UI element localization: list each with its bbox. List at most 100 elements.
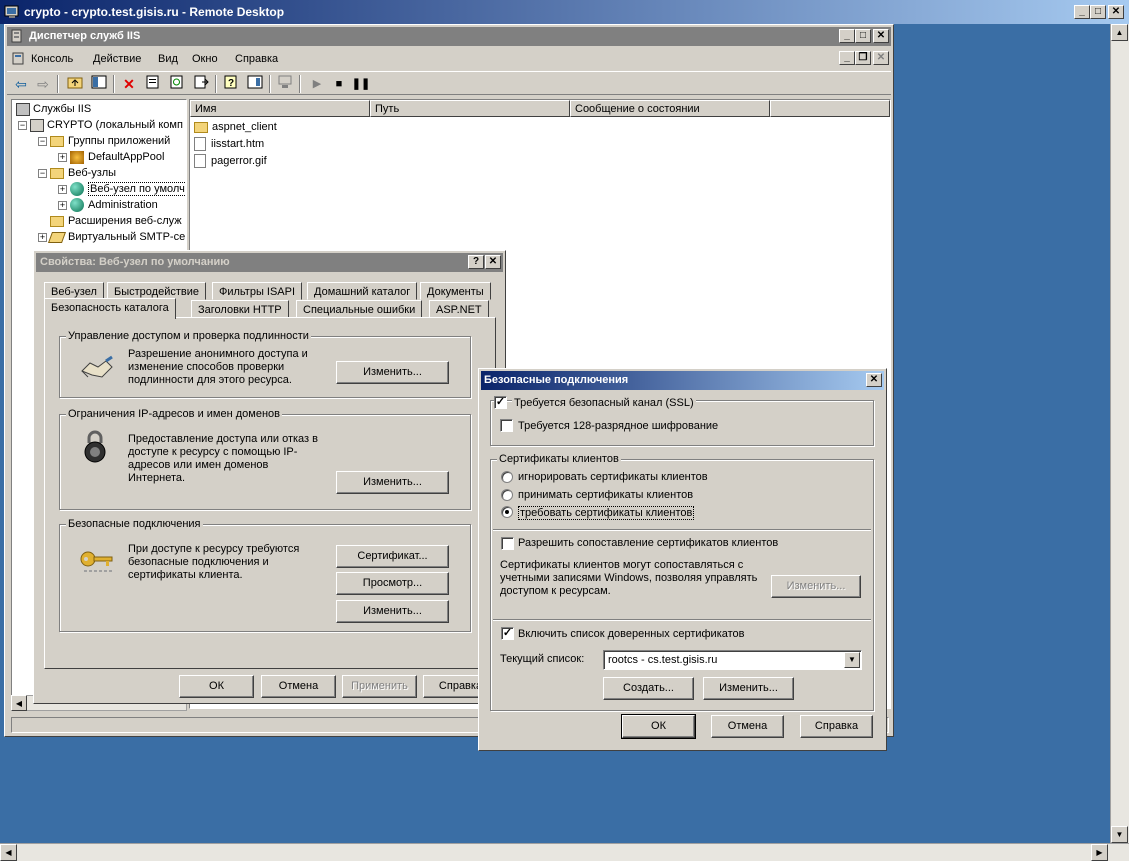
- mdi-close-icon[interactable]: ✕: [873, 51, 889, 65]
- tree-item-smtp[interactable]: + Виртуальный SMTP-се: [38, 230, 185, 245]
- console-tree-icon[interactable]: [245, 74, 265, 94]
- minimize-icon[interactable]: _: [839, 29, 855, 43]
- show-hide-tree-icon[interactable]: [89, 74, 109, 94]
- tree-item-websites[interactable]: − Веб-узлы: [38, 166, 116, 181]
- close-icon[interactable]: ✕: [873, 29, 889, 43]
- iis-title-text: Диспетчер служб IIS: [29, 30, 141, 42]
- trust-list-checkbox[interactable]: ✓: [501, 627, 514, 640]
- list-item[interactable]: iisstart.htm: [194, 136, 264, 152]
- collapse-icon[interactable]: −: [38, 136, 47, 146]
- scroll-down-icon[interactable]: ▼: [1111, 826, 1128, 843]
- expand-icon[interactable]: +: [38, 232, 47, 242]
- scroll-left-icon[interactable]: ◀: [11, 695, 27, 711]
- mdi-restore-icon[interactable]: ❐: [855, 51, 871, 65]
- current-list-value: rootcs - cs.test.gisis.ru: [608, 654, 718, 666]
- accept-certs-radio[interactable]: [501, 489, 513, 501]
- close-icon[interactable]: ✕: [1108, 5, 1124, 19]
- tree-item-default-app-pool[interactable]: + DefaultAppPool: [58, 150, 164, 165]
- tree-item-default-site[interactable]: + Веб-узел по умолч: [58, 182, 186, 197]
- expand-icon[interactable]: +: [58, 152, 67, 162]
- tab-aspnet[interactable]: ASP.NET: [429, 300, 489, 318]
- stop-icon[interactable]: ■: [329, 74, 349, 94]
- auth-edit-button[interactable]: Изменить...: [336, 361, 449, 384]
- create-ctl-button[interactable]: Создать...: [603, 677, 694, 700]
- list-item[interactable]: pagerror.gif: [194, 153, 267, 169]
- menu-window[interactable]: Окно: [192, 53, 218, 65]
- tree-item-extensions[interactable]: Расширения веб-служ: [50, 214, 182, 229]
- refresh-icon[interactable]: [167, 74, 187, 94]
- back-icon[interactable]: ⇦: [11, 74, 31, 94]
- properties-title-text: Свойства: Веб-узел по умолчанию: [40, 256, 230, 268]
- maximize-icon[interactable]: □: [855, 29, 871, 43]
- rdp-horizontal-scrollbar[interactable]: ◀ ▶: [0, 843, 1129, 861]
- scroll-up-icon[interactable]: ▲: [1111, 24, 1128, 41]
- collapse-icon[interactable]: −: [18, 120, 27, 130]
- help-question-icon[interactable]: ?: [468, 255, 484, 269]
- rdp-title-text: crypto - crypto.test.gisis.ru - Remote D…: [24, 5, 285, 19]
- cert-mapping-checkbox[interactable]: [501, 537, 514, 550]
- lock-icon: [82, 429, 108, 466]
- close-icon[interactable]: ✕: [485, 255, 501, 269]
- pause-icon[interactable]: ❚❚: [351, 74, 371, 94]
- tab-http-headers[interactable]: Заголовки HTTP: [191, 300, 289, 318]
- menu-console[interactable]: Консоль: [31, 53, 73, 65]
- maximize-icon[interactable]: □: [1090, 5, 1106, 19]
- close-icon[interactable]: ✕: [866, 373, 882, 387]
- tree-item-administration[interactable]: + Administration: [58, 198, 158, 213]
- export-list-icon[interactable]: [191, 74, 211, 94]
- secure-edit-button[interactable]: Изменить...: [336, 600, 449, 623]
- menu-view[interactable]: Вид: [158, 53, 178, 65]
- tree-item-iis[interactable]: Службы IIS: [16, 102, 91, 117]
- properties-icon[interactable]: [143, 74, 163, 94]
- apply-button[interactable]: Применить: [342, 675, 417, 698]
- ip-edit-button[interactable]: Изменить...: [336, 471, 449, 494]
- delete-icon[interactable]: ✕: [119, 74, 139, 94]
- tab-custom-errors[interactable]: Специальные ошибки: [296, 300, 423, 318]
- rdp-vertical-scrollbar[interactable]: ▲ ▼: [1110, 24, 1129, 844]
- ok-button[interactable]: ОК: [621, 714, 696, 739]
- scroll-right-icon[interactable]: ▶: [1091, 844, 1108, 861]
- directory-security-page: Управление доступом и проверка подлиннос…: [44, 317, 496, 669]
- mdi-minimize-icon[interactable]: _: [839, 51, 855, 65]
- expand-icon[interactable]: +: [58, 200, 67, 210]
- help-icon[interactable]: ?: [221, 74, 241, 94]
- auth-group: Управление доступом и проверка подлиннос…: [59, 330, 471, 398]
- ignore-certs-radio[interactable]: [501, 471, 513, 483]
- chevron-down-icon[interactable]: ▼: [844, 652, 860, 668]
- ip-group-label: Ограничения IP-адресов и имен доменов: [66, 408, 282, 420]
- require-ssl-checkbox[interactable]: ✓: [494, 396, 507, 409]
- computer-icon[interactable]: [275, 74, 295, 94]
- require-certs-radio[interactable]: [501, 506, 513, 518]
- tab-documents[interactable]: Документы: [420, 282, 491, 300]
- tree-item-app-pools[interactable]: − Группы приложений: [38, 134, 170, 149]
- view-certificate-button[interactable]: Просмотр...: [336, 572, 449, 595]
- minimize-icon[interactable]: _: [1074, 5, 1090, 19]
- start-icon[interactable]: ▶: [307, 74, 327, 94]
- expand-icon[interactable]: +: [58, 184, 67, 194]
- column-path[interactable]: Путь: [370, 100, 570, 117]
- menu-help[interactable]: Справка: [235, 53, 278, 65]
- scroll-left-icon[interactable]: ◀: [0, 844, 17, 861]
- list-item[interactable]: aspnet_client: [194, 119, 277, 135]
- tab-isapi-filters[interactable]: Фильтры ISAPI: [212, 282, 303, 300]
- forward-icon[interactable]: ⇨: [33, 74, 53, 94]
- console-icon: [11, 51, 26, 69]
- collapse-icon[interactable]: −: [38, 168, 47, 178]
- cancel-button[interactable]: Отмена: [711, 715, 784, 738]
- help-button[interactable]: Справка: [800, 715, 873, 738]
- require-128bit-checkbox[interactable]: [500, 419, 513, 432]
- column-name[interactable]: Имя: [190, 100, 370, 117]
- cert-mapping-edit-button[interactable]: Изменить...: [771, 575, 861, 598]
- tree-item-server[interactable]: − CRYPTO (локальный комп: [18, 118, 183, 133]
- current-list-select[interactable]: rootcs - cs.test.gisis.ru ▼: [603, 650, 862, 670]
- column-status[interactable]: Сообщение о состоянии: [570, 100, 770, 117]
- menu-action[interactable]: Действие: [93, 53, 141, 65]
- ok-button[interactable]: ОК: [179, 675, 254, 698]
- cancel-button[interactable]: Отмена: [261, 675, 336, 698]
- up-folder-icon[interactable]: [65, 74, 85, 94]
- edit-ctl-button[interactable]: Изменить...: [703, 677, 794, 700]
- tab-home-directory[interactable]: Домашний каталог: [307, 282, 418, 300]
- certificate-button[interactable]: Сертификат...: [336, 545, 449, 568]
- tab-directory-security[interactable]: Безопасность каталога: [44, 298, 176, 319]
- website-icon: [70, 198, 84, 213]
